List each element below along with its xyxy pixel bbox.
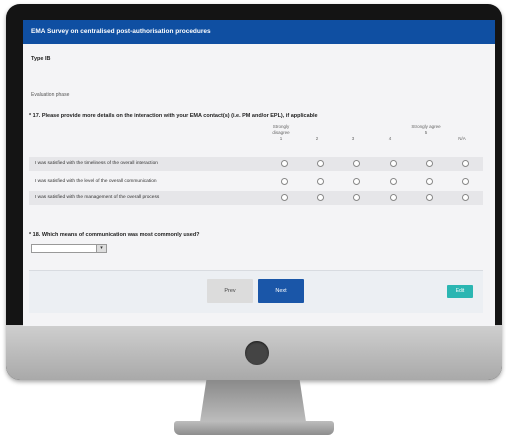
- radio-option[interactable]: [390, 194, 397, 201]
- radio-option[interactable]: [462, 178, 469, 185]
- scale-header-1: Strongly disagree 1: [266, 124, 296, 142]
- radio-option[interactable]: [353, 178, 360, 185]
- scale-header-na: N/A: [447, 136, 477, 142]
- radio-option[interactable]: [426, 194, 433, 201]
- scale-3-label: 3: [351, 136, 355, 141]
- monitor-base: [174, 421, 334, 435]
- table-row: I was satisfied with the level of the ov…: [29, 175, 483, 189]
- scale-header-2: 2: [302, 136, 332, 142]
- radio-option[interactable]: [317, 194, 324, 201]
- radio-option[interactable]: [281, 178, 288, 185]
- question-17: * 17. Please provide more details on the…: [29, 113, 318, 119]
- radio-option[interactable]: [317, 160, 324, 167]
- monitor-stand: [200, 380, 306, 422]
- radio-option[interactable]: [426, 178, 433, 185]
- radio-option[interactable]: [317, 178, 324, 185]
- radio-option[interactable]: [390, 160, 397, 167]
- next-button[interactable]: Next: [258, 279, 304, 303]
- radio-option[interactable]: [462, 160, 469, 167]
- phase-label: Evaluation phase: [31, 92, 70, 98]
- row-label: I was satisfied with the level of the ov…: [35, 179, 157, 184]
- survey-title: EMA Survey on centralised post-authorisa…: [23, 20, 495, 44]
- navigation-footer: Prev Next Edit: [29, 270, 483, 313]
- scale-5-label: 5: [424, 130, 428, 135]
- row-label: I was satisfied with the timeliness of t…: [35, 161, 158, 166]
- communication-select[interactable]: ▾: [31, 244, 107, 253]
- radio-option[interactable]: [281, 194, 288, 201]
- radio-option[interactable]: [390, 178, 397, 185]
- scale-header-5: Strongly agree 5: [411, 124, 441, 136]
- radio-option[interactable]: [426, 160, 433, 167]
- scale-1-label: 1: [279, 136, 283, 141]
- radio-option[interactable]: [462, 194, 469, 201]
- power-button-icon: [245, 341, 269, 365]
- radio-option[interactable]: [353, 194, 360, 201]
- radio-option[interactable]: [281, 160, 288, 167]
- strongly-disagree-label: Strongly disagree: [272, 124, 290, 135]
- prev-button[interactable]: Prev: [207, 279, 253, 303]
- survey-type: Type IB: [31, 56, 51, 62]
- table-row: I was satisfied with the timeliness of t…: [29, 157, 483, 171]
- row-label: I was satisfied with the management of t…: [35, 195, 160, 200]
- chevron-down-icon[interactable]: ▾: [96, 245, 106, 252]
- strongly-agree-label: Strongly agree: [411, 124, 441, 129]
- survey-screen: EMA Survey on centralised post-authorisa…: [23, 20, 495, 326]
- question-18: * 18. Which means of communication was m…: [29, 232, 200, 238]
- scale-header-4: 4: [375, 136, 405, 142]
- scale-2-label: 2: [315, 136, 319, 141]
- radio-option[interactable]: [353, 160, 360, 167]
- table-row: I was satisfied with the management of t…: [29, 191, 483, 205]
- scale-4-label: 4: [388, 136, 392, 141]
- scale-na-label: N/A: [458, 136, 466, 141]
- scale-header-3: 3: [338, 136, 368, 142]
- edit-button[interactable]: Edit: [447, 285, 473, 298]
